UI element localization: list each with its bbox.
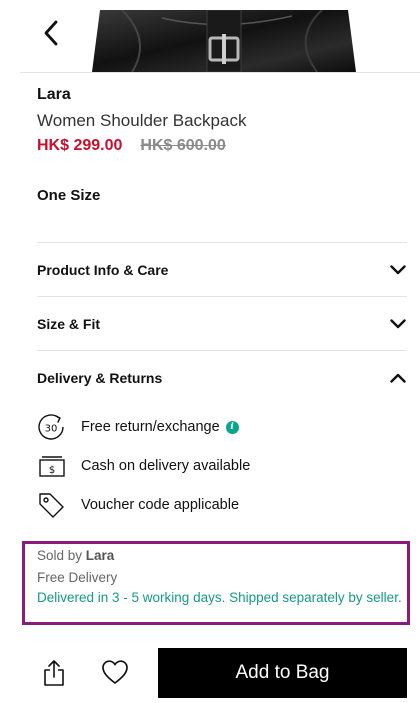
back-button[interactable] [36, 16, 66, 50]
add-to-bag-button[interactable]: Add to Bag [158, 648, 407, 698]
accordion-title: Product Info & Care [37, 262, 169, 278]
divider [20, 72, 420, 73]
chevron-down-icon [389, 315, 407, 333]
original-price: HK$ 600.00 [140, 137, 226, 154]
svg-text:30: 30 [45, 424, 58, 435]
svg-text:$: $ [49, 465, 55, 476]
free-delivery-label: Free Delivery [37, 570, 118, 585]
cash-icon: $ [37, 452, 65, 480]
accordion-delivery-returns[interactable]: Delivery & Returns [37, 351, 407, 405]
delivery-time: Delivered in 3 - 5 working days. Shipped… [37, 590, 402, 605]
product-name: Women Shoulder Backpack [37, 111, 247, 130]
feature-cash-on-delivery: $ Cash on delivery available [37, 452, 250, 480]
feature-label: Voucher code applicable [81, 497, 240, 513]
chevron-down-icon [389, 261, 407, 279]
brand-name[interactable]: Lara [37, 86, 71, 104]
accordion-title: Delivery & Returns [37, 370, 163, 386]
feature-label: Free return/exchange [81, 419, 220, 435]
wishlist-button[interactable] [100, 658, 130, 686]
30-day-return-icon: 30 [37, 413, 65, 441]
accordion-size-fit[interactable]: Size & Fit [37, 297, 407, 351]
accordion-title: Size & Fit [37, 316, 101, 332]
info-icon[interactable]: i [225, 420, 239, 434]
tag-icon [37, 491, 65, 519]
heart-icon [102, 660, 128, 684]
accordion-product-info[interactable]: Product Info & Care [37, 243, 407, 297]
seller-name[interactable]: Lara [86, 548, 115, 563]
price-row: HK$ 299.00 HK$ 600.00 [37, 137, 226, 155]
chevron-up-icon [389, 369, 407, 387]
share-button[interactable] [40, 658, 68, 688]
feature-label: Cash on delivery available [81, 458, 251, 474]
bottom-action-bar: Add to Bag [0, 640, 420, 703]
sale-price: HK$ 299.00 [37, 137, 123, 154]
chevron-left-icon [44, 20, 58, 46]
feature-voucher: Voucher code applicable [37, 491, 239, 519]
product-image[interactable] [92, 10, 356, 72]
seller-info-box: Sold by Lara Free Delivery Delivered in … [22, 541, 410, 625]
share-icon [44, 660, 64, 686]
sold-by: Sold by Lara [37, 548, 115, 563]
size-label: One Size [37, 187, 101, 204]
product-image-area [0, 0, 420, 72]
feature-free-return: 30 Free return/exchange i [37, 413, 239, 441]
